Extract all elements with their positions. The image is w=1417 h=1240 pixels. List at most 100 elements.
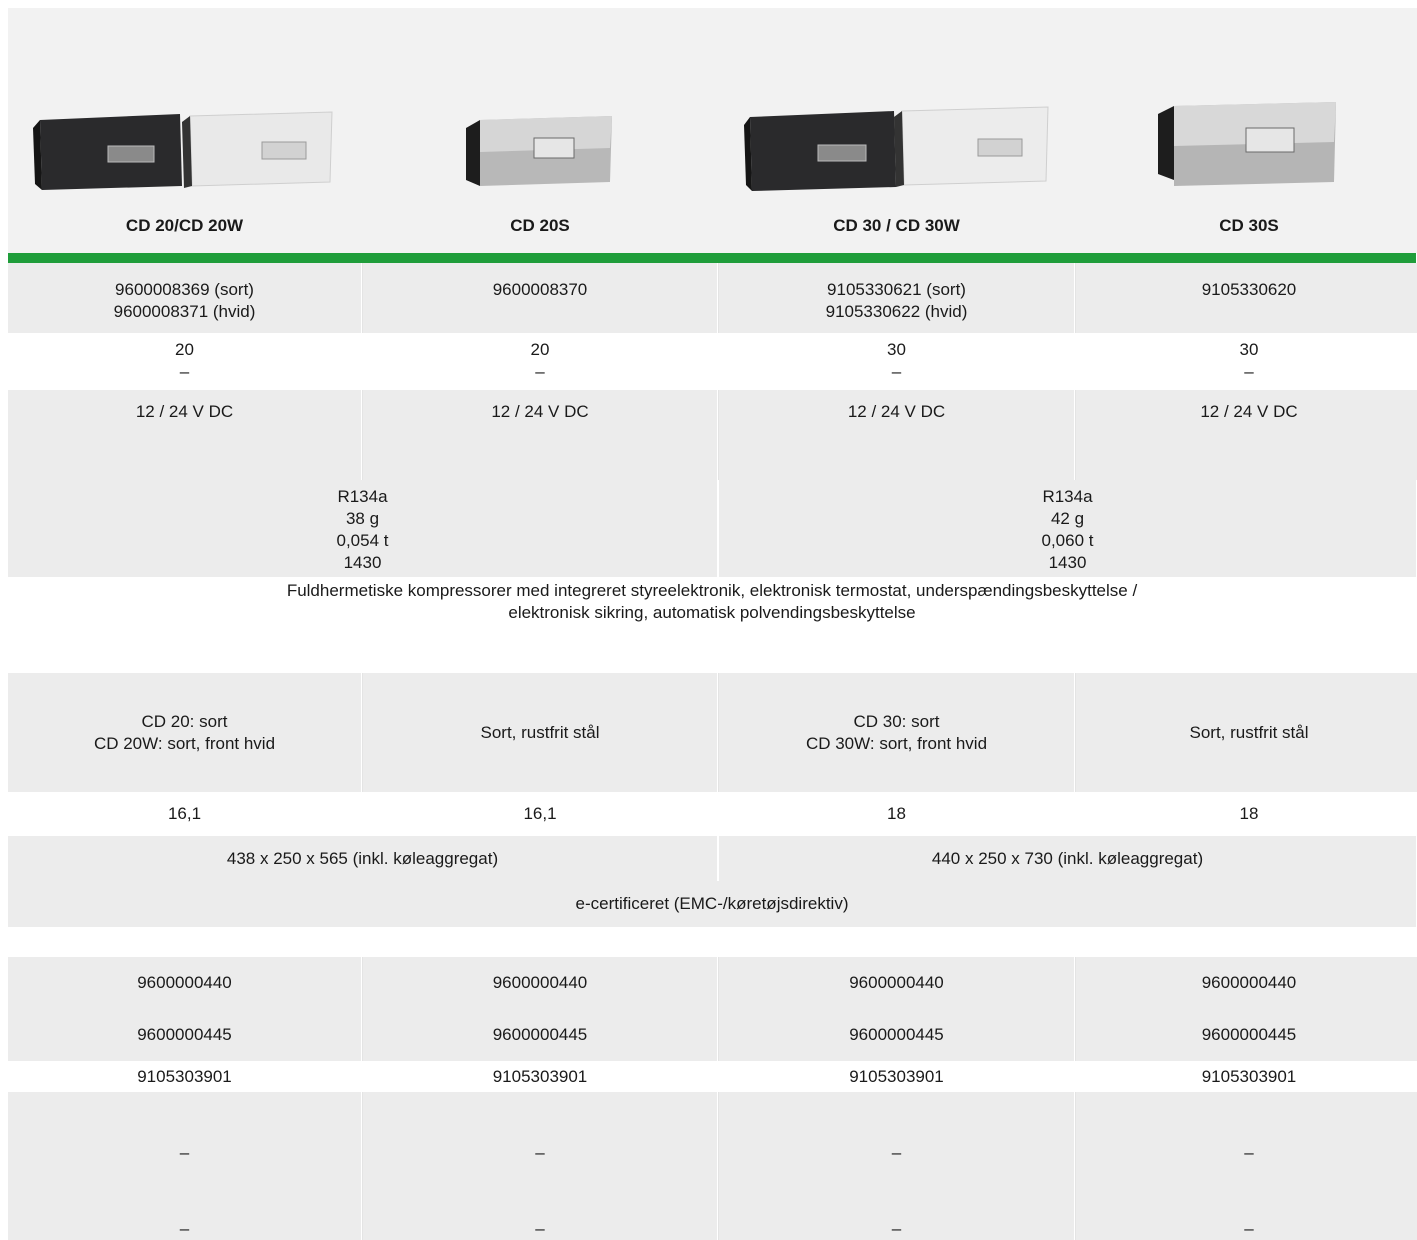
table-cell: 9600000440 [8,957,361,1009]
table-cell [8,434,361,480]
spec-table: CD 20/CD 20W CD 20S CD 30 / CD 30W CD 30… [8,8,1417,1240]
table-cell: 20 – [363,335,717,390]
cell-line: CD 30W: sort, front hvid [805,733,988,753]
empty-row [8,434,1417,480]
cell-line: – [1244,362,1254,381]
cell-line: 20 [175,340,194,359]
table-cell: 20 – [8,335,361,390]
table-cell: 12 / 24 V DC [8,390,361,434]
table-cell: 9600000440 [362,957,717,1009]
table-cell: 440 x 250 x 730 (inkl. køleaggregat) [719,836,1416,881]
table-cell: R134a 38 g 0,054 t 1430 [8,480,717,577]
cell-line: 30 [887,340,906,359]
accessory-row: – – – – [8,1092,1417,1166]
cell-line: Sort, rustfrit stål [1189,722,1309,742]
table-cell: 9105303901 [8,1061,361,1092]
table-cell: Sort, rustfrit stål [1075,673,1417,792]
model-name: CD 20/CD 20W [125,216,244,235]
cell-line: R134a [1042,487,1093,506]
cell-line: CD 30: sort [853,711,940,731]
model-name: CD 30S [1219,216,1279,235]
cell-line: Fuldhermetiske kompressorer med integrer… [286,581,1138,600]
cell-line: 0,060 t [1041,531,1094,550]
accessory-row: 9105303901 9105303901 9105303901 9105303… [8,1061,1417,1092]
table-cell: 18 [1076,792,1417,836]
table-cell: – [718,1092,1074,1166]
accent-bar [8,253,1416,263]
table-cell: 30 – [1076,335,1417,390]
cell-line: 9105330621 (sort) [827,280,966,299]
cell-line: 9600008371 (hvid) [113,302,256,321]
product-header-row: CD 20/CD 20W CD 20S CD 30 / CD 30W CD 30… [8,8,1417,253]
drawer-fridge-black-and-white-icon [32,111,333,190]
cell-line: Sort, rustfrit stål [480,722,600,742]
drawer-fridge-stainless-icon [466,116,612,186]
accessory-row: – – – – [8,1166,1417,1240]
compressor-row: Fuldhermetiske kompressorer med integrer… [8,577,1416,673]
table-cell: – [1075,1166,1417,1240]
table-cell: 9600000445 [362,1009,717,1061]
refrigerant-row: R134a 38 g 0,054 t 1430 R134a 42 g 0,060… [8,480,1416,577]
table-cell [1075,434,1417,480]
cell-line: 38 g [345,509,380,528]
table-cell: 9600000440 [718,957,1074,1009]
table-cell: – [8,1092,361,1166]
model-name: CD 30 / CD 30W [833,216,960,235]
table-cell: – [1075,1092,1417,1166]
cell-line: 1430 [1048,553,1087,572]
table-cell: 9105303901 [363,1061,717,1092]
cell-line: – [891,362,902,381]
cell-line: elektronisk sikring, automatisk polvendi… [508,603,916,622]
table-cell: 16,1 [8,792,361,836]
cell-line: 9600008370 [492,280,588,299]
table-cell: 16,1 [363,792,717,836]
capacity-row: 20 – 20 – 30 – 30 – [8,335,1417,390]
model-name: CD 20S [510,216,570,235]
article-number-row: 9600008369 (sort) 9600008371 (hvid) 9600… [8,263,1417,333]
product-column-cd30: CD 30 / CD 30W [719,8,1074,253]
table-cell: – [362,1092,717,1166]
table-cell: 9600008370 [362,263,717,333]
table-cell: CD 20: sort CD 20W: sort, front hvid [8,673,361,792]
cell-line: – [179,362,190,381]
accessory-row: 9600000445 9600000445 9600000445 9600000… [8,1009,1417,1061]
table-cell: 9105303901 [1076,1061,1417,1092]
product-column-cd20s: CD 20S [363,8,717,253]
accessory-row: 9600000440 9600000440 9600000440 9600000… [8,957,1417,1009]
cell-line: 9105330620 [1201,280,1297,299]
table-cell: 18 [719,792,1074,836]
table-cell: 9600000440 [1075,957,1417,1009]
cell-line: 9105330622 (hvid) [825,302,968,321]
voltage-row: 12 / 24 V DC 12 / 24 V DC 12 / 24 V DC 1… [8,390,1417,434]
table-cell: 9105330620 [1075,263,1417,333]
product-column-cd30s: CD 30S [1076,8,1417,253]
table-cell [362,434,717,480]
table-cell: 9105303901 [719,1061,1074,1092]
cell-line: 20 [530,340,550,359]
cell-line: – [535,362,545,381]
table-cell: 9600008369 (sort) 9600008371 (hvid) [8,263,361,333]
cell-line: CD 20: sort [141,711,228,731]
table-cell: R134a 42 g 0,060 t 1430 [719,480,1416,577]
table-cell: 438 x 250 x 565 (inkl. køleaggregat) [8,836,717,881]
cell-line: 42 g [1050,509,1085,528]
cell-line: 30 [1239,340,1259,359]
cell-line: 0,054 t [336,531,389,550]
table-cell: CD 30: sort CD 30W: sort, front hvid [718,673,1074,792]
table-cell: Sort, rustfrit stål [362,673,717,792]
table-cell: – [362,1166,717,1240]
table-cell: 12 / 24 V DC [362,390,717,434]
cell-line: R134a [337,487,388,506]
drawer-fridge-stainless-icon [1158,102,1336,186]
table-cell: 12 / 24 V DC [718,390,1074,434]
color-row: CD 20: sort CD 20W: sort, front hvid Sor… [8,673,1417,792]
table-cell: 9600000445 [8,1009,361,1061]
table-cell: 9105330621 (sort) 9105330622 (hvid) [718,263,1074,333]
table-cell: 30 – [719,335,1074,390]
table-cell: 9600000445 [718,1009,1074,1061]
certification-row: e-certificeret (EMC-/køretøjsdirektiv) [8,881,1416,927]
cell-line: CD 20W: sort, front hvid [93,733,276,753]
table-cell: 12 / 24 V DC [1075,390,1417,434]
table-cell: – [8,1166,361,1240]
